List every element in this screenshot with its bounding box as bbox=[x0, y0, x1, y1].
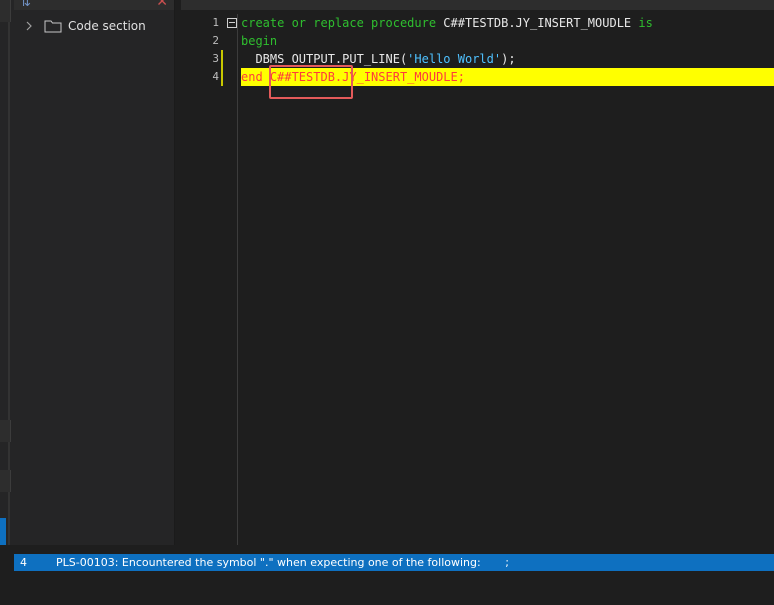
code-tree-panel: ⇅ ✕ Code section bbox=[14, 0, 175, 545]
strip-tab[interactable] bbox=[0, 470, 11, 492]
chevron-right-icon[interactable] bbox=[24, 21, 34, 31]
error-row[interactable]: 4 PLS-00103: Encountered the symbol "." … bbox=[14, 554, 774, 571]
error-message: PLS-00103: Encountered the symbol "." wh… bbox=[56, 556, 509, 569]
tree-panel-header: ⇅ ✕ bbox=[14, 0, 174, 10]
folder-icon bbox=[44, 20, 62, 33]
strip-tab[interactable] bbox=[0, 0, 11, 22]
compile-errors-panel: 4 PLS-00103: Encountered the symbol "." … bbox=[14, 545, 774, 605]
change-marker bbox=[221, 50, 223, 68]
line-number: 3 bbox=[212, 52, 219, 65]
editor-tab-strip bbox=[181, 0, 774, 10]
sort-icon[interactable]: ⇅ bbox=[20, 0, 31, 10]
line-number: 2 bbox=[212, 34, 219, 47]
close-icon[interactable]: ✕ bbox=[156, 0, 168, 10]
code-token: ); bbox=[501, 52, 516, 66]
code-token: C##TESTDB.JY_INSERT_MOUDLE bbox=[443, 16, 639, 30]
code-token: is bbox=[638, 16, 653, 30]
code-editor[interactable]: 1 2 3 4 create or replace procedure C##T… bbox=[181, 0, 774, 545]
tree-item-label: Code section bbox=[68, 19, 146, 33]
line-number-gutter: 1 2 3 4 bbox=[181, 14, 221, 86]
active-strip-indicator[interactable] bbox=[0, 518, 6, 545]
code-token: 'Hello World' bbox=[407, 52, 502, 66]
fold-minus-icon[interactable] bbox=[227, 18, 237, 28]
code-line-1[interactable]: create or replace procedure C##TESTDB.JY… bbox=[241, 14, 774, 32]
change-marker bbox=[221, 68, 223, 86]
code-token: DBMS_OUTPUT.PUT_LINE( bbox=[241, 52, 408, 66]
fold-column bbox=[225, 14, 238, 545]
code-line-2[interactable]: begin bbox=[241, 32, 774, 50]
code-token: begin bbox=[241, 34, 278, 48]
line-number: 1 bbox=[212, 16, 219, 29]
left-side-strip bbox=[0, 0, 14, 545]
line-number: 4 bbox=[212, 70, 219, 83]
error-annotation-box bbox=[269, 65, 353, 99]
code-token: create or replace procedure bbox=[241, 16, 444, 30]
tree-item-code-section[interactable]: Code section bbox=[24, 16, 146, 36]
error-line-number: 4 bbox=[20, 556, 27, 569]
splitter[interactable] bbox=[8, 0, 10, 545]
strip-tab[interactable] bbox=[0, 420, 11, 442]
